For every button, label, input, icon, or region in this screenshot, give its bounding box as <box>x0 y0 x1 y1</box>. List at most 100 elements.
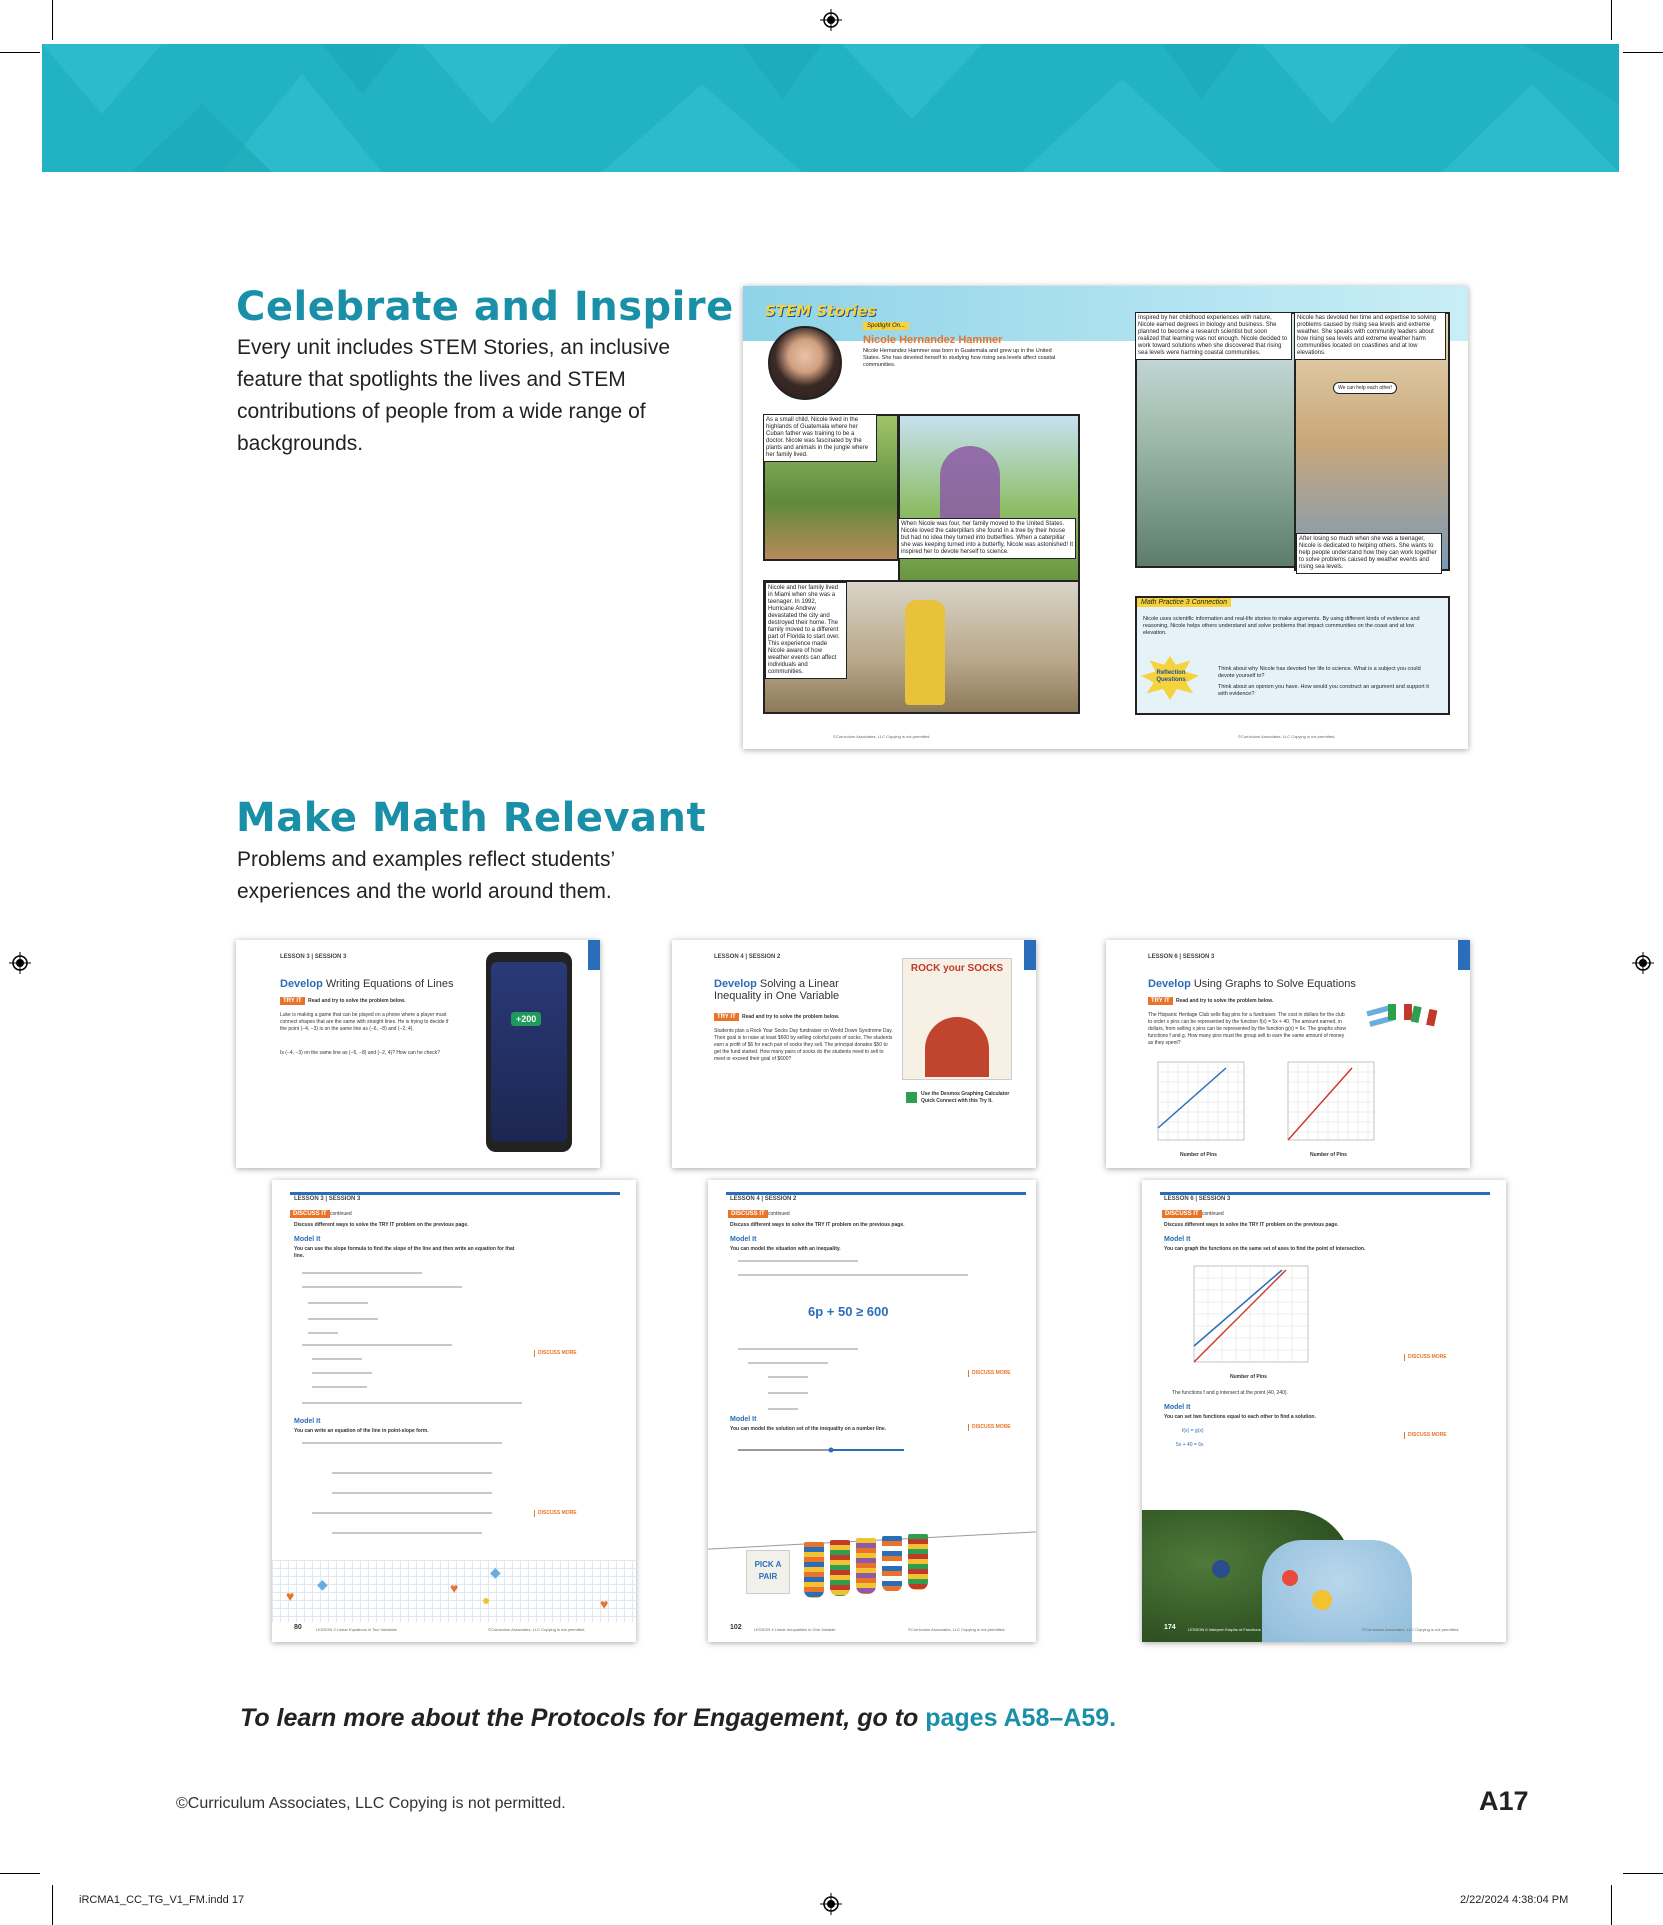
graph2-x-label: Number of Pins <box>1310 1152 1347 1158</box>
caption-3: Nicole and her family lived in Miami whe… <box>765 582 847 679</box>
footer-lesson: LESSON 6 Interpret Graphs of Functions <box>1188 1627 1261 1632</box>
intro-text: Nicole Hernandez Hammer was born in Guat… <box>863 348 1056 368</box>
lesson-tag: LESSON 6 | SESSION 3 <box>1164 1196 1231 1202</box>
diamond-icon: ◆ <box>490 1564 501 1580</box>
equation-2: 5x + 40 = 6x <box>1176 1442 1204 1448</box>
discuss-text: Discuss different ways to solve the TRY … <box>730 1222 905 1228</box>
phone-image: +200 <box>486 952 572 1152</box>
flag-icon <box>1410 1005 1438 1027</box>
sample-2-discuss-page: LESSON 4 | SESSION 2 DISCUSS IT continue… <box>708 1180 1036 1642</box>
try-it-badge: TRY IT <box>714 1013 739 1021</box>
footer-copy: ©Curriculum Associates, LLC Copying is n… <box>908 1627 1006 1632</box>
footer-copy: ©Curriculum Associates, LLC Copying is n… <box>1362 1627 1460 1632</box>
try-it-text: Read and try to solve the problem below. <box>742 1014 840 1020</box>
crop-mark <box>1623 1873 1663 1874</box>
diamond-icon: ◆ <box>317 1576 328 1592</box>
page-edge-tab <box>1458 940 1470 970</box>
top-rule <box>1160 1192 1490 1195</box>
develop-label: Develop <box>1148 978 1191 990</box>
develop-title: Develop Using Graphs to Solve Equations <box>1148 978 1356 990</box>
text-line <box>738 1274 968 1276</box>
lesson-title: Writing Equations of Lines <box>325 978 454 990</box>
model-it-text-2: You can set two functions equal to each … <box>1164 1414 1316 1420</box>
header-band <box>42 44 1619 172</box>
reflection-label: Reflection Questions <box>1156 670 1186 683</box>
discuss-more-2: DISCUSS MORE <box>534 1510 598 1517</box>
text-line <box>748 1362 828 1364</box>
model-it-heading-2: Model It <box>294 1418 321 1425</box>
graph-earned <box>1287 1061 1375 1141</box>
text-line <box>768 1408 798 1410</box>
heart-icon: ♥ <box>286 1588 295 1604</box>
text-line <box>738 1348 858 1350</box>
slug-file: iRCMA1_CC_TG_V1_FM.indd 17 <box>79 1894 245 1906</box>
footer-lesson: LESSON 4 Linear Inequalities in One Vari… <box>754 1627 836 1632</box>
crop-mark <box>0 52 40 53</box>
crop-mark <box>52 0 53 40</box>
sock-icon <box>856 1538 876 1594</box>
coin-icon: ● <box>482 1592 491 1608</box>
model-it-text: You can graph the functions on the same … <box>1164 1246 1366 1252</box>
footer-copy: ©Curriculum Associates, LLC Copying is n… <box>488 1627 586 1632</box>
caption-2: When Nicole was four, her family moved t… <box>898 518 1076 559</box>
caption-1: As a small child, Nicole lived in the hi… <box>763 414 877 462</box>
cta-link[interactable]: pages A58–A59. <box>925 1704 1116 1732</box>
text-line <box>768 1376 808 1378</box>
text-line <box>302 1344 452 1346</box>
phone-screen: +200 <box>491 962 567 1142</box>
calculator-note: Use the Desmos Graphing Calculator Quick… <box>921 1091 1010 1104</box>
page-edge-tab <box>588 940 600 970</box>
text-line <box>312 1372 372 1374</box>
relevant-heading: Make Math Relevant <box>236 795 707 841</box>
student-photo <box>925 1017 989 1077</box>
graph1-x-label: Number of Pins <box>1180 1152 1217 1158</box>
stem-footer-right: ©Curriculum Associates, LLC Copying is n… <box>1238 734 1336 739</box>
develop-label: Develop <box>714 978 757 990</box>
page-folio: A17 <box>1479 1786 1529 1816</box>
problem-text: Luke is making a game that can be played… <box>280 1012 449 1032</box>
stem-stories-spread: STEM Stories Spotlight On... Nicole Hern… <box>743 286 1468 749</box>
continued-label: continued <box>330 1211 352 1217</box>
model-it-text-2: You can model the solution set of the in… <box>730 1426 887 1432</box>
caption-4: Inspired by her childhood experiences wi… <box>1135 312 1292 360</box>
footer-lesson: LESSON 3 Linear Equations in Two Variabl… <box>316 1627 397 1632</box>
continued-label: continued <box>768 1211 790 1217</box>
develop-title: Develop Solving a Linear Inequality in O… <box>714 978 884 1002</box>
problem-text: The Hispanic Heritage Club sells flag pi… <box>1148 1012 1346 1046</box>
sample-1-discuss-page: LESSON 3 | SESSION 3 DISCUSS IT continue… <box>272 1180 636 1642</box>
text-line <box>312 1358 362 1360</box>
relevant-body: Problems and examples reflect students’ … <box>237 848 615 903</box>
continued-label: continued <box>1202 1211 1224 1217</box>
registration-mark-icon <box>9 952 31 974</box>
pick-a-pair-sign: PICK A PAIR <box>746 1550 790 1594</box>
portrait <box>768 326 842 400</box>
discuss-it-badge: DISCUSS IT <box>290 1210 330 1218</box>
graph3-x-label: Number of Pins <box>1230 1374 1267 1380</box>
intersect-text: The functions f and g intersect at the p… <box>1172 1390 1288 1396</box>
flag-pins <box>1366 1004 1440 1044</box>
discuss-more-2: DISCUSS MORE <box>1404 1432 1468 1439</box>
question-text: Is (−4, −3) on the same line as (−6, −8)… <box>280 1050 440 1056</box>
page-edge-tab <box>1024 940 1036 970</box>
model-it-text-2: You can write an equation of the line in… <box>294 1428 429 1434</box>
sample-1-try-page: LESSON 3 | SESSION 3 Develop Writing Equ… <box>236 940 600 1168</box>
cta-line: To learn more about the Protocols for En… <box>240 1704 1116 1733</box>
discuss-more-1: DISCUSS MORE <box>1404 1354 1468 1361</box>
stem-logo: STEM Stories <box>765 302 877 320</box>
figure-nicole <box>905 600 945 705</box>
discuss-it-badge: DISCUSS IT <box>728 1210 768 1218</box>
connection-text: Nicole uses scientific information and r… <box>1143 616 1420 636</box>
text-line <box>332 1532 482 1534</box>
sample-2-try-page: LESSON 4 | SESSION 2 Develop Solving a L… <box>672 940 1036 1168</box>
text-line <box>302 1286 462 1288</box>
text-line <box>308 1302 368 1304</box>
text-line <box>332 1472 492 1474</box>
model-it-heading: Model It <box>1164 1236 1191 1243</box>
model-it-text: You can model the situation with an ineq… <box>730 1246 841 1252</box>
stem-footer-left: ©Curriculum Associates, LLC Copying is n… <box>833 734 931 739</box>
lesson-tag: LESSON 3 | SESSION 3 <box>294 1196 361 1202</box>
text-line <box>312 1386 367 1388</box>
footer-copyright: ©Curriculum Associates, LLC Copying is n… <box>176 1795 566 1812</box>
cta-text: To learn more about the Protocols for En… <box>240 1704 926 1732</box>
pin-icon <box>1282 1570 1298 1586</box>
